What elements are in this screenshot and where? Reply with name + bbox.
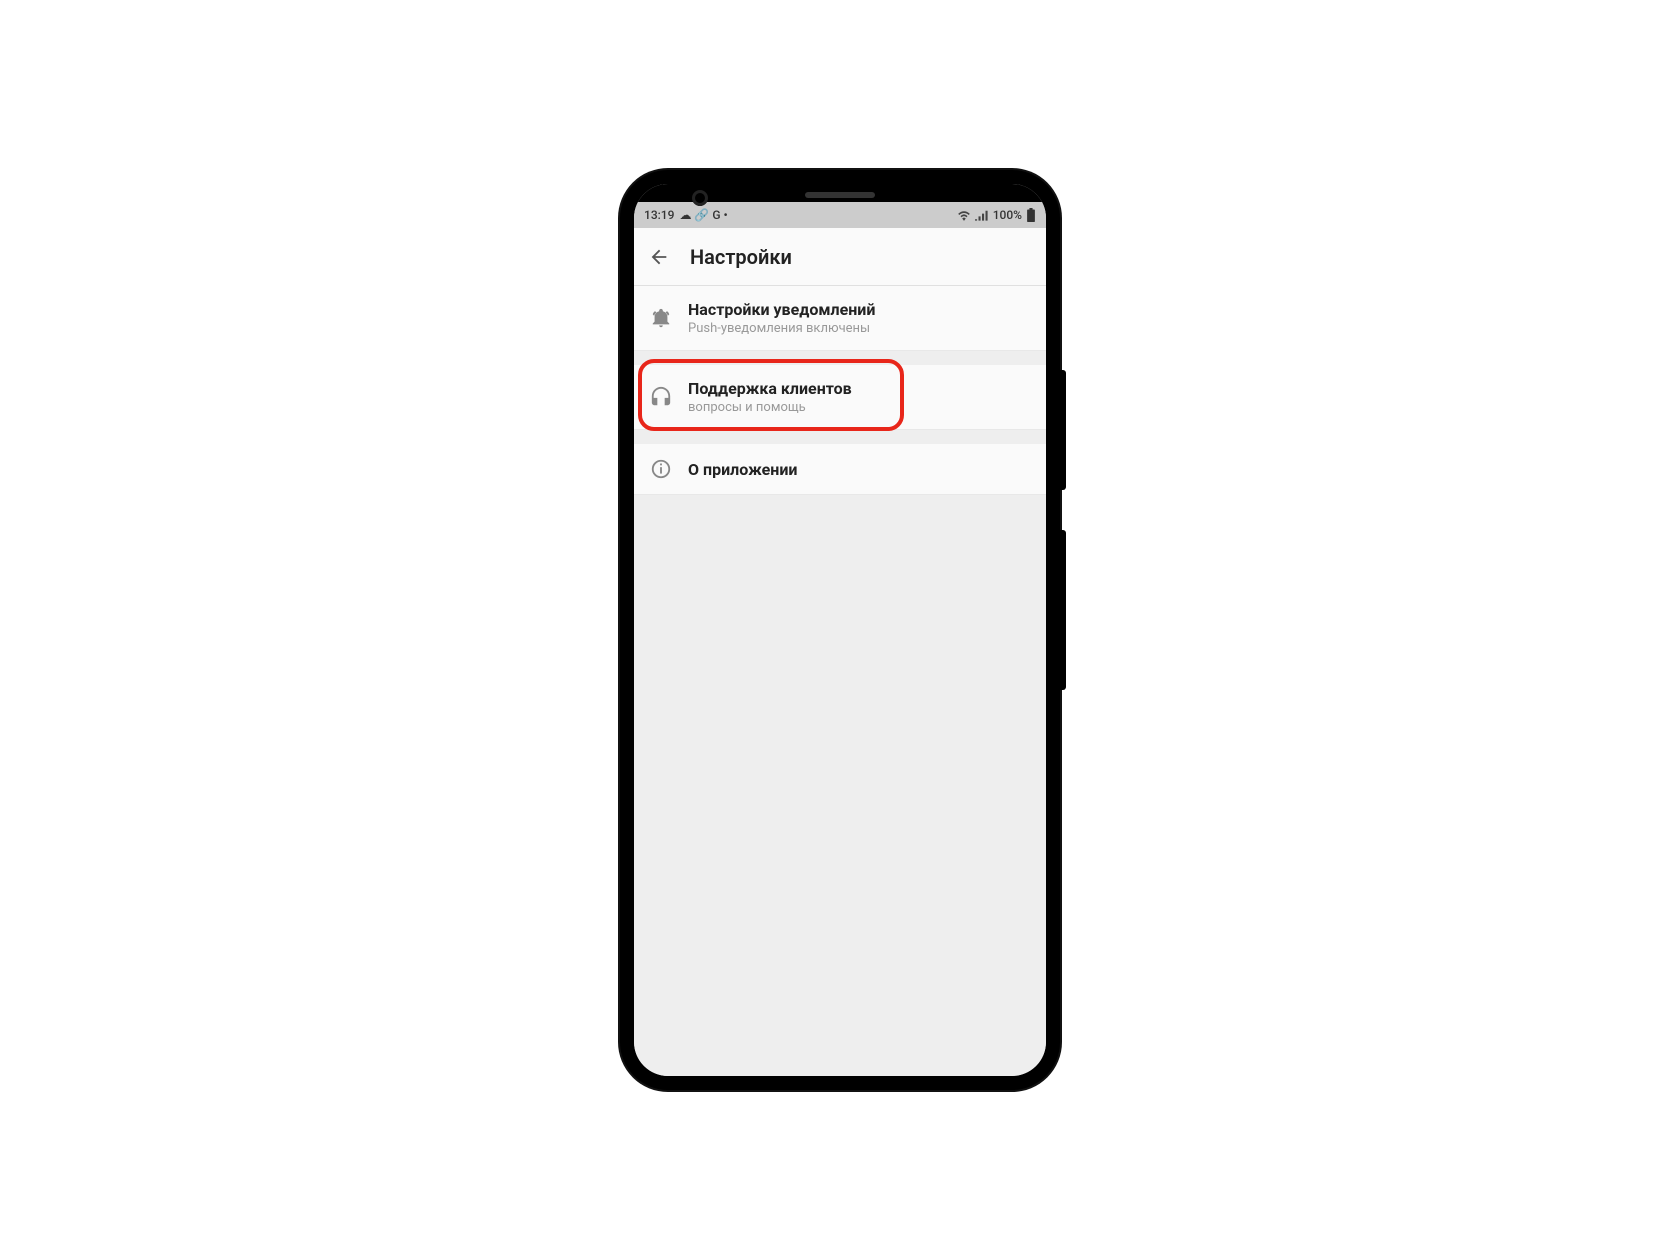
list-item-title: О приложении [688, 460, 797, 479]
highlighted-row-wrap: Поддержка клиентов вопросы и помощь [634, 365, 1046, 430]
settings-item-about[interactable]: О приложении [634, 444, 1046, 495]
headset-icon [650, 386, 672, 408]
list-item-title: Поддержка клиентов [688, 379, 852, 398]
settings-list: Настройки уведомлений Push-уведомления в… [634, 286, 1046, 1076]
front-camera [692, 190, 708, 206]
phone-screen: 13:19 ☁ 🔗 G • 100% Настройки [634, 184, 1046, 1076]
list-item-subtitle: вопросы и помощь [688, 400, 852, 415]
settings-item-notifications[interactable]: Настройки уведомлений Push-уведомления в… [634, 286, 1046, 351]
app-bar: Настройки [634, 228, 1046, 286]
battery-icon [1026, 208, 1036, 222]
battery-percent: 100% [993, 208, 1022, 222]
volume-button [1060, 370, 1066, 490]
list-item-subtitle: Push-уведомления включены [688, 321, 875, 336]
list-item-title: Настройки уведомлений [688, 300, 875, 319]
speaker-grille [805, 192, 875, 198]
status-bar: 13:19 ☁ 🔗 G • 100% [634, 202, 1046, 228]
wifi-icon [957, 209, 971, 221]
settings-item-support[interactable]: Поддержка клиентов вопросы и помощь [634, 365, 1046, 430]
page-title: Настройки [690, 245, 792, 269]
signal-icon [975, 209, 989, 221]
info-icon [650, 458, 672, 480]
back-icon[interactable] [648, 246, 670, 268]
bell-icon [650, 307, 672, 329]
phone-frame: 13:19 ☁ 🔗 G • 100% Настройки [620, 170, 1060, 1090]
status-left-icons: ☁ 🔗 G • [679, 208, 727, 222]
status-time: 13:19 [644, 208, 674, 222]
power-button [1060, 530, 1066, 690]
